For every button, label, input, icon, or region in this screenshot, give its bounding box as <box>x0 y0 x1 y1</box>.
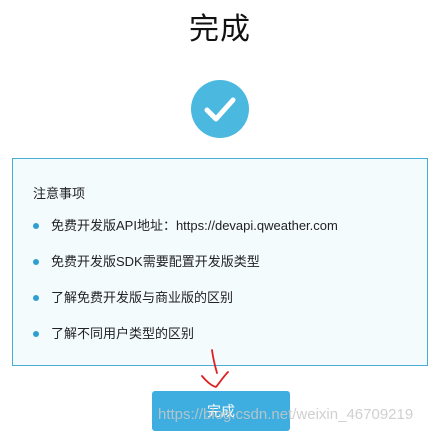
watermark-text: https://blog.csdn.net/weixin_46709219 <box>158 406 414 423</box>
notice-panel: 注意事项 免费开发版API地址：https://devapi.qweather.… <box>12 158 428 366</box>
notice-title: 注意事项 <box>33 186 86 201</box>
notice-item-sdk-config[interactable]: 免费开发版SDK需要配置开发版类型 <box>33 253 338 289</box>
notice-item-label: 免费开发版API地址：https://devapi.qweather.com <box>51 218 338 233</box>
bullet-dot-icon <box>33 259 39 265</box>
red-check-annotation <box>198 346 234 397</box>
notice-item-label: 了解不同用户类型的区别 <box>51 326 195 341</box>
bullet-dot-icon <box>33 223 39 229</box>
page-title: 完成 <box>189 13 251 46</box>
notice-item-label: 了解免费开发版与商业版的区别 <box>51 290 234 305</box>
notice-item-api-address[interactable]: 免费开发版API地址：https://devapi.qweather.com <box>33 217 338 253</box>
bullet-dot-icon <box>33 331 39 337</box>
completion-page: 完成 注意事项 免费开发版API地址：https://devapi.qweath… <box>0 0 440 437</box>
notice-item-user-types[interactable]: 了解不同用户类型的区别 <box>33 325 338 361</box>
check-circle-icon <box>191 80 249 138</box>
notice-item-label: 免费开发版SDK需要配置开发版类型 <box>51 254 260 269</box>
bullet-dot-icon <box>33 295 39 301</box>
notice-list: 免费开发版API地址：https://devapi.qweather.com 免… <box>33 217 338 361</box>
notice-item-free-vs-commercial[interactable]: 了解免费开发版与商业版的区别 <box>33 289 338 325</box>
